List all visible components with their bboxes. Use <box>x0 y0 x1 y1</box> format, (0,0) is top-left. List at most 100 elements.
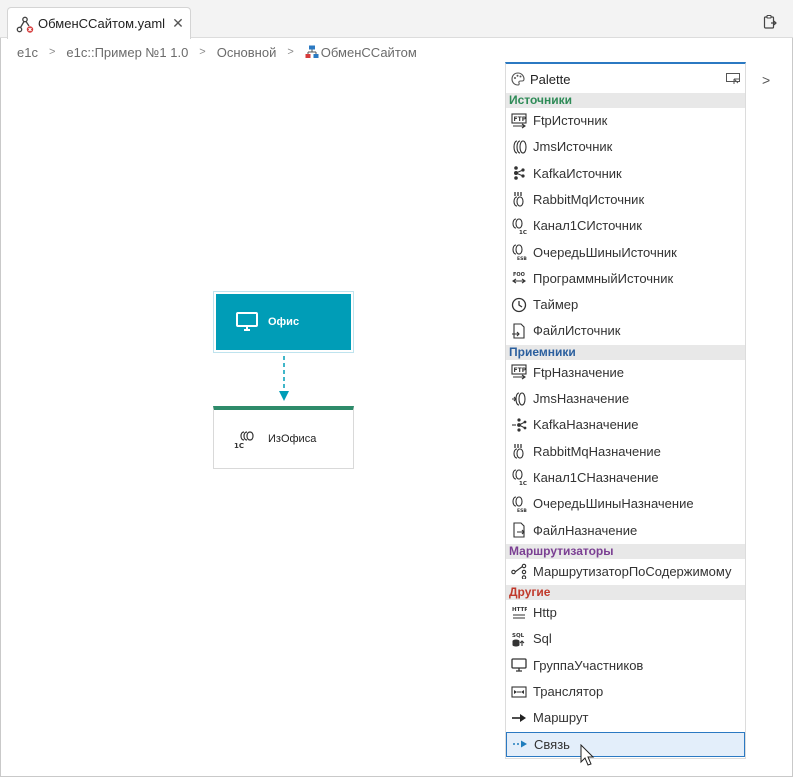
palette-item[interactable]: RabbitMqИсточник <box>506 187 745 212</box>
svg-text:SQL: SQL <box>512 633 525 639</box>
palette-item[interactable]: ESB ОчередьШиныИсточник <box>506 240 745 265</box>
palette-item[interactable]: ФайлИсточник <box>506 318 745 343</box>
http-icon: HTTP <box>510 604 528 622</box>
yaml-diagram-file-icon <box>16 16 34 33</box>
tab-obmen-s-saitom[interactable]: ОбменССайтом.yaml ✕ <box>7 7 191 39</box>
link-dashed-arrow-icon <box>511 735 529 753</box>
destination-node-label: ИзОфиса <box>268 433 317 445</box>
clipboard-icon[interactable] <box>762 14 778 30</box>
breadcrumb: e1c > e1c::Пример №1 1.0 > Основной > Об… <box>17 44 417 60</box>
chevron-right-icon: > <box>48 46 56 58</box>
palette-item-label: Http <box>533 605 557 621</box>
palette-item-label: RabbitMqНазначение <box>533 443 661 459</box>
connection-edge[interactable] <box>276 356 292 404</box>
svg-text:ESB: ESB <box>517 256 527 260</box>
route-arrow-icon <box>510 709 528 727</box>
svg-text:FTP: FTP <box>514 367 527 374</box>
ftp-destination-icon: FTP <box>510 363 528 381</box>
palette-item-label: ОчередьШиныНазначение <box>533 496 694 512</box>
1c-channel-destination-icon: 1С <box>510 468 528 486</box>
file-source-icon <box>510 322 528 340</box>
process-diagram-icon <box>305 45 319 58</box>
palette-toggle-icon[interactable] <box>726 73 740 85</box>
palette-item[interactable]: HTTP Http <box>506 600 745 625</box>
close-tab-icon[interactable]: ✕ <box>170 15 186 31</box>
palette-item[interactable]: FTP FtpНазначение <box>506 360 745 385</box>
palette-item[interactable]: FOO ПрограммныйИсточник <box>506 266 745 291</box>
palette-item-label: FtpНазначение <box>533 364 625 380</box>
palette-item-label: RabbitMqИсточник <box>533 191 645 207</box>
palette-item[interactable]: Таймер <box>506 292 745 317</box>
palette-item[interactable]: RabbitMqНазначение <box>506 439 745 464</box>
ftp-source-icon: FTP <box>510 112 528 130</box>
palette-section-header[interactable]: Другие <box>506 585 745 601</box>
chevron-right-icon: > <box>287 46 294 58</box>
svg-text:HTTP: HTTP <box>512 607 527 613</box>
palette-item[interactable]: Связь <box>506 731 745 757</box>
palette-item-label: Sql <box>533 631 552 647</box>
tab-title: ОбменССайтом.yaml <box>38 16 166 31</box>
kafka-destination-icon <box>510 416 528 434</box>
palette-item-label: JmsИсточник <box>533 139 613 155</box>
program-source-icon: FOO <box>510 269 528 287</box>
palette-item-label: FtpИсточник <box>533 113 608 128</box>
source-node-label: Офис <box>268 316 300 328</box>
palette-panel: Palette Источники FTP FtpИсточник JmsИсточн… <box>505 62 746 759</box>
palette-item[interactable]: SQL Sql <box>506 626 745 651</box>
mouse-pointer-icon <box>580 744 595 766</box>
source-node-office[interactable]: Офис <box>213 291 354 353</box>
palette-item[interactable]: Маршрут <box>506 705 745 730</box>
rabbitmq-source-icon <box>510 190 528 208</box>
palette-item[interactable]: FTP FtpИсточник <box>506 108 745 133</box>
chevron-right-icon: > <box>199 46 206 58</box>
palette-section-header[interactable]: Приемники <box>506 344 745 360</box>
monitor-icon <box>236 312 258 331</box>
palette-item-label: ОчередьШиныИсточник <box>533 244 677 260</box>
1c-channel-source-icon: 1С <box>510 217 528 235</box>
rabbitmq-destination-icon <box>510 442 528 460</box>
palette-section-header[interactable]: Маршрутизаторы <box>506 543 745 559</box>
palette-item[interactable]: ESB ОчередьШиныНазначение <box>506 491 745 516</box>
palette-item[interactable]: ГруппаУчастников <box>506 653 745 678</box>
source-node-body: Офис <box>216 294 351 350</box>
palette-item-label: ФайлИсточник <box>533 323 621 339</box>
breadcrumb-main[interactable]: Основной <box>217 45 277 60</box>
palette-title: Palette <box>530 72 571 87</box>
palette-item[interactable]: Транслятор <box>506 679 745 704</box>
palette-item-label: Канал1СНазначение <box>533 469 659 485</box>
breadcrumb-current[interactable]: ОбменССайтом <box>305 45 417 60</box>
palette-item[interactable]: JmsНазначение <box>506 386 745 411</box>
kafka-source-icon <box>510 164 528 182</box>
timer-icon <box>510 296 528 314</box>
chevron-right-icon[interactable]: > <box>762 72 776 88</box>
palette-item[interactable]: ФайлНазначение <box>506 518 745 543</box>
palette-item[interactable]: JmsИсточник <box>506 134 745 159</box>
svg-text:FOO: FOO <box>513 272 525 278</box>
svg-text:ESB: ESB <box>517 508 527 512</box>
breadcrumb-e1c[interactable]: e1c <box>17 45 38 60</box>
palette-item-label: Канал1СИсточник <box>533 218 642 234</box>
svg-text:1С: 1С <box>234 442 244 449</box>
palette-item[interactable]: 1С Канал1СИсточник <box>506 213 745 238</box>
palette-item-label: JmsНазначение <box>533 391 630 406</box>
tab-bar: ОбменССайтом.yaml ✕ <box>0 0 793 39</box>
palette-item-label: Маршрут <box>533 710 589 726</box>
esb-queue-source-icon: ESB <box>510 243 528 261</box>
jms-source-icon <box>510 138 528 156</box>
destination-node-izofisa[interactable]: 1С ИзОфиса <box>213 406 354 469</box>
breadcrumb-project[interactable]: e1c::Пример №1 1.0 <box>66 45 188 60</box>
palette-item[interactable]: KafkaНазначение <box>506 412 745 437</box>
esb-queue-destination-icon: ESB <box>510 495 528 513</box>
palette-item[interactable]: МаршрутизаторПоСодержимому <box>506 559 745 584</box>
palette-item-label: ПрограммныйИсточник <box>533 270 674 286</box>
palette-item[interactable]: KafkaИсточник <box>506 161 745 186</box>
palette-item-label: ФайлНазначение <box>533 522 638 538</box>
palette-item-label: МаршрутизаторПоСодержимому <box>533 563 732 579</box>
1c-channel-destination-icon: 1С <box>234 431 254 449</box>
palette-item[interactable]: 1С Канал1СНазначение <box>506 465 745 490</box>
palette-section-header[interactable]: Источники <box>506 93 745 108</box>
breadcrumb-current-label: ОбменССайтом <box>320 44 417 60</box>
svg-text:1С: 1С <box>519 481 527 485</box>
palette-icon <box>511 72 525 86</box>
translator-icon <box>510 683 528 701</box>
